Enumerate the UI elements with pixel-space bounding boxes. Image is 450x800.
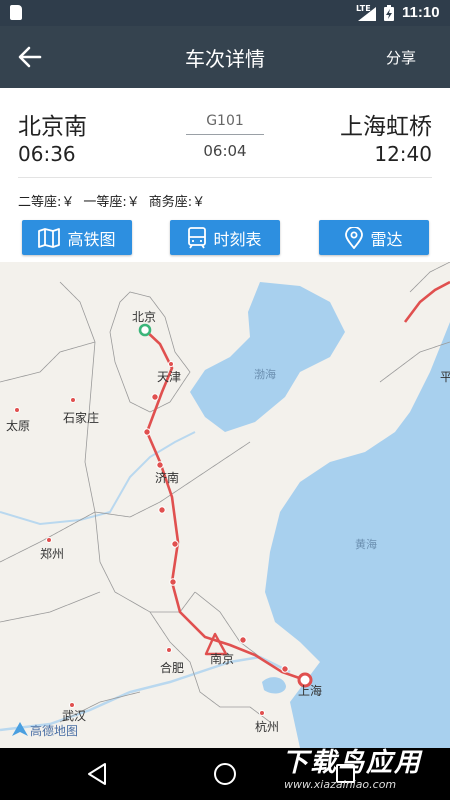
city-label-jinan: 济南 <box>155 471 180 485</box>
status-time: 11:10 <box>402 4 440 21</box>
nav-back-icon[interactable] <box>86 762 108 786</box>
sea-label-bohai: 渤海 <box>254 368 276 381</box>
watermark: 下载鸟应用 www.xiazainiao.com <box>278 736 448 796</box>
train-number: G101 <box>206 113 244 129</box>
location-pin-icon <box>345 226 364 249</box>
departure-time: 06:36 <box>18 142 76 166</box>
city-dot-taiyuan <box>14 407 20 413</box>
departure-station: 北京南 <box>18 114 87 140</box>
city-dot-tianjin <box>168 361 174 367</box>
city-label-partial-east: 平 <box>440 370 450 384</box>
rail-map-label: 高铁图 <box>67 229 116 249</box>
city-label-tianjin: 天津 <box>157 370 182 384</box>
route-stop-dot <box>158 506 166 514</box>
map-base <box>0 262 450 748</box>
arrival-station: 上海虹桥 <box>340 114 432 140</box>
route-stop-dot <box>169 578 177 586</box>
route-stop-dot <box>156 461 164 469</box>
travel-duration: 06:04 <box>203 142 247 160</box>
seat-prices: 二等座:￥ 一等座:￥ 商务座:￥ <box>18 191 214 210</box>
city-label-beijing: 北京 <box>132 310 157 324</box>
timetable-label: 时刻表 <box>213 229 262 249</box>
page-title: 车次详情 <box>185 47 265 71</box>
battery-charging-icon <box>384 5 394 21</box>
section-divider <box>18 177 432 178</box>
route-stop-dot <box>151 393 159 401</box>
status-bar: LTE 11:10 <box>0 0 450 26</box>
seat-first-class: 一等座:￥ <box>83 195 140 210</box>
route-divider-line <box>186 134 264 135</box>
seat-second-class: 二等座:￥ <box>18 195 75 210</box>
radar-button[interactable]: 雷达 <box>319 220 429 255</box>
sea-label-huanghai: 黄海 <box>355 538 377 551</box>
journey-info: 北京南 06:36 G101 06:04 上海虹桥 12:40 二等座:￥ 一等座… <box>0 88 450 262</box>
city-label-nanjing: 南京 <box>210 652 235 666</box>
map-provider-name: 高德地图 <box>30 723 79 738</box>
route-stop-dot <box>281 665 289 673</box>
start-station-marker <box>138 323 152 337</box>
city-dot-zhengzhou <box>46 537 52 543</box>
route-stop-dot <box>143 428 151 436</box>
city-label-taiyuan: 太原 <box>6 419 31 433</box>
share-button[interactable]: 分享 <box>386 47 416 68</box>
city-label-zhengzhou: 郑州 <box>40 547 65 561</box>
city-dot-hefei <box>166 647 172 653</box>
app-bar: 车次详情 分享 <box>0 26 450 88</box>
lake-taihu <box>262 677 286 694</box>
yellow-sea <box>265 322 450 748</box>
watermark-title: 下载鸟应用 <box>282 748 423 778</box>
seat-business-class: 商务座:￥ <box>148 195 206 210</box>
radar-label: 雷达 <box>370 229 403 249</box>
timetable-button[interactable]: 时刻表 <box>170 220 280 255</box>
city-dot-shijiazhuang <box>70 397 76 403</box>
map-icon <box>38 227 61 248</box>
city-dot-hangzhou <box>259 710 265 716</box>
watermark-url: www.xiazainiao.com <box>284 778 397 791</box>
bohai-sea <box>190 282 345 432</box>
city-label-shijiazhuang: 石家庄 <box>63 411 100 425</box>
city-label-hefei: 合肥 <box>160 661 185 675</box>
route-map[interactable]: 北京 天津 太原 石家庄 济南 郑州 南京 合肥 上海 武汉 杭州 平 渤海 黄… <box>0 262 450 748</box>
signal-icon <box>358 7 376 21</box>
nav-home-icon[interactable] <box>214 763 236 785</box>
city-label-shanghai: 上海 <box>298 684 323 698</box>
city-label-hangzhou: 杭州 <box>255 720 280 734</box>
route-extension-northeast <box>403 280 450 323</box>
amap-logo-icon <box>12 722 28 736</box>
route-stop-dot <box>171 540 179 548</box>
train-icon <box>188 226 207 248</box>
sd-card-icon <box>10 5 22 20</box>
route-stop-dot <box>239 636 247 644</box>
amap-logo: 高德地图 <box>10 720 78 740</box>
arrival-time: 12:40 <box>374 142 432 166</box>
rail-map-button[interactable]: 高铁图 <box>22 220 132 255</box>
